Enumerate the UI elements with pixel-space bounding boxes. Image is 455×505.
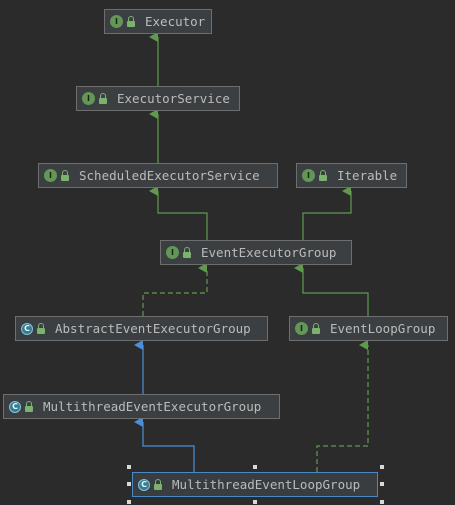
node-label: Iterable: [337, 168, 398, 183]
node-label: MultithreadEventExecutorGroup: [43, 399, 262, 414]
lock-icon: [183, 247, 191, 258]
node-multithreadeventloopgroup[interactable]: C MultithreadEventLoopGroup: [132, 472, 378, 497]
edge-multithreadloop-multithreadexecutor: [134, 417, 195, 472]
lock-icon: [127, 16, 135, 27]
lock-icon: [99, 93, 107, 104]
resize-handle-top-left[interactable]: [127, 465, 131, 469]
node-multithreadeventexecutorgroup[interactable]: C MultithreadEventExecutorGroup: [3, 394, 280, 419]
edge-eventexecutorgroup-scheduled: [149, 186, 208, 240]
node-label: Executor: [145, 14, 206, 29]
interface-icon: I: [82, 92, 95, 105]
edge-eventexecutorgroup-iterable: [302, 186, 352, 240]
interface-icon: I: [166, 246, 179, 259]
edge-multithreadloop-eventloopgroup: [316, 340, 369, 472]
node-abstracteventexecutorgroup[interactable]: C AbstractEventExecutorGroup: [15, 316, 268, 341]
class-diagram: I Executor I ExecutorService I Scheduled…: [0, 0, 455, 505]
node-scheduledexecutorservice[interactable]: I ScheduledExecutorService: [38, 163, 278, 188]
node-label: AbstractEventExecutorGroup: [55, 321, 251, 336]
resize-handle-middle-left[interactable]: [127, 482, 131, 486]
resize-handle-top-right[interactable]: [380, 465, 384, 469]
node-label: MultithreadEventLoopGroup: [172, 477, 361, 492]
lock-icon: [312, 323, 320, 334]
abstract-class-icon: C: [21, 322, 33, 335]
interface-icon: I: [44, 169, 57, 182]
interface-icon: I: [302, 169, 315, 182]
abstract-class-icon: C: [9, 400, 21, 413]
lock-icon: [154, 479, 162, 490]
node-label: EventLoopGroup: [330, 321, 436, 336]
lock-icon: [25, 401, 33, 412]
edge-abstract-eventexecutorgroup: [142, 263, 208, 316]
node-executor[interactable]: I Executor: [104, 9, 212, 34]
edge-eventloopgroup-eventexecutorgroup: [294, 263, 369, 316]
abstract-class-icon: C: [138, 478, 150, 491]
node-executorservice[interactable]: I ExecutorService: [76, 86, 240, 111]
resize-handle-bottom-center[interactable]: [253, 500, 257, 504]
resize-handle-middle-right[interactable]: [380, 482, 384, 486]
node-label: ExecutorService: [117, 91, 230, 106]
lock-icon: [319, 170, 327, 181]
lock-icon: [61, 170, 69, 181]
node-label: ScheduledExecutorService: [79, 168, 260, 183]
node-label: EventExecutorGroup: [201, 245, 337, 260]
resize-handle-top-center[interactable]: [253, 465, 257, 469]
node-eventloopgroup[interactable]: I EventLoopGroup: [289, 316, 448, 341]
interface-icon: I: [295, 322, 308, 335]
resize-handle-bottom-left[interactable]: [127, 500, 131, 504]
lock-icon: [37, 323, 45, 334]
resize-handle-bottom-right[interactable]: [380, 500, 384, 504]
interface-icon: I: [110, 15, 123, 28]
node-eventexecutorgroup[interactable]: I EventExecutorGroup: [160, 240, 352, 265]
node-iterable[interactable]: I Iterable: [296, 163, 407, 188]
